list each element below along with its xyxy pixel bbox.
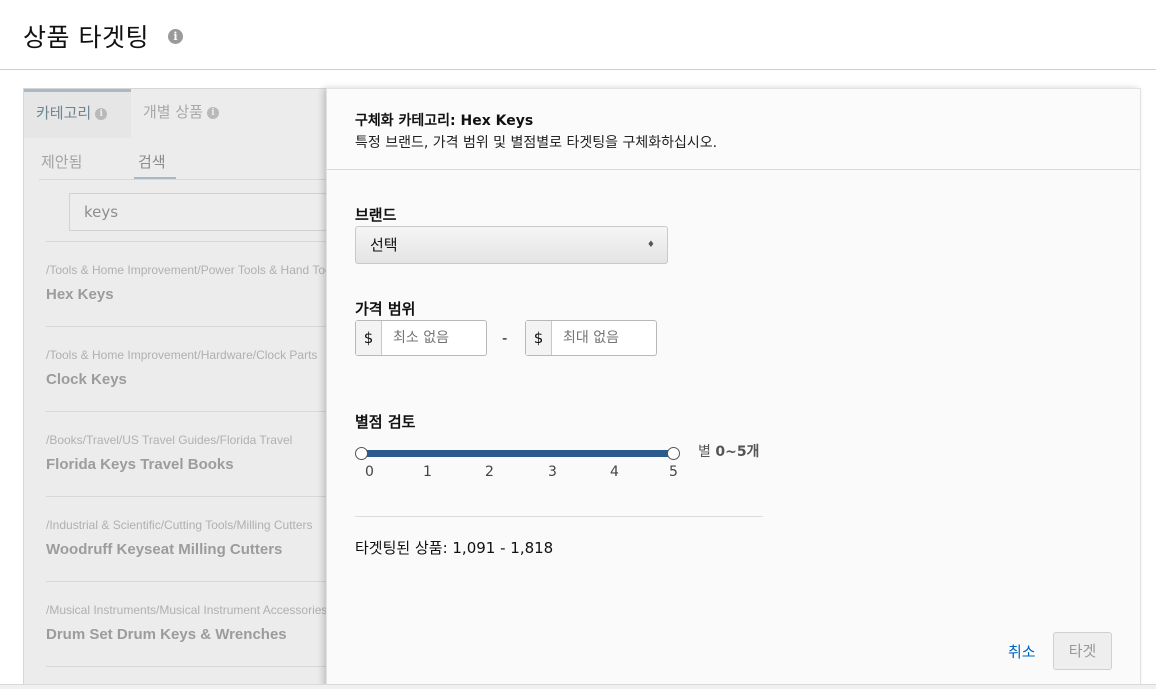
rating-tick: 4: [610, 464, 619, 480]
category-name: Hex Keys: [46, 286, 114, 303]
rating-tick: 2: [485, 464, 494, 480]
min-price-field[interactable]: $: [355, 320, 487, 356]
info-icon: i: [206, 106, 219, 119]
refine-category-panel: 구체화 카테고리: Hex Keys 특정 브랜드, 가격 범위 및 별점별로 …: [326, 88, 1141, 689]
select-arrows-icon: ♦: [646, 240, 655, 250]
category-path: /Tools & Home Improvement/Power Tools & …: [46, 263, 344, 277]
list-item[interactable]: /Industrial & Scientific/Cutting Tools/M…: [46, 497, 344, 582]
rating-tick: 1: [423, 464, 432, 480]
targeting-tabs: 카테고리 i 개별 상품 i: [24, 89, 344, 138]
brand-select-value: 선택: [370, 236, 398, 254]
rating-slider-track[interactable]: [360, 450, 674, 457]
list-item[interactable]: /Books/Travel/US Travel Guides/Florida T…: [46, 412, 344, 497]
divider: [39, 179, 344, 180]
target-button[interactable]: 타겟: [1053, 632, 1112, 670]
tab-individual-products-label: 개별 상품: [143, 103, 203, 121]
rating-range-readout: 별 0~5개: [698, 441, 759, 461]
category-path: /Books/Travel/US Travel Guides/Florida T…: [46, 433, 293, 447]
price-range-separator: -: [502, 329, 508, 347]
max-price-input[interactable]: [552, 321, 656, 355]
list-item[interactable]: /Musical Instruments/Musical Instrument …: [46, 582, 344, 667]
category-path: /Tools & Home Improvement/Hardware/Clock…: [46, 348, 318, 362]
rating-slider-min-handle[interactable]: [355, 447, 368, 460]
refine-title: 구체화 카테고리: Hex Keys: [355, 113, 534, 129]
tab-category-label: 카테고리: [36, 104, 92, 122]
list-item[interactable]: /Tools & Home Improvement/Power Tools & …: [46, 242, 344, 327]
page-bottom-edge: [0, 684, 1156, 689]
category-name: Drum Set Drum Keys & Wrenches: [46, 626, 287, 643]
page-title: 상품 타겟팅: [23, 23, 149, 52]
info-icon: i: [95, 107, 108, 120]
rating-tick: 5: [669, 464, 678, 480]
rating-readout-prefix: 별: [698, 444, 711, 460]
category-name: Clock Keys: [46, 371, 127, 388]
price-range-label: 가격 범위: [355, 300, 416, 318]
rating-tick: 0: [365, 464, 374, 480]
star-rating-label: 별점 검토: [355, 413, 416, 431]
brand-label: 브랜드: [355, 206, 397, 224]
subtab-search[interactable]: 검색: [138, 151, 166, 172]
list-item[interactable]: /Tools & Home Improvement/Hardware/Clock…: [46, 327, 344, 412]
category-browser-panel: 카테고리 i 개별 상품 i 제안됨 검색 keys /Tools & Home I…: [23, 88, 349, 689]
page-header: 상품 타겟팅 i: [0, 0, 1156, 70]
tab-individual-products[interactable]: 개별 상품 i: [131, 89, 344, 138]
info-icon[interactable]: i: [168, 29, 183, 44]
rating-readout-value: 0~5개: [715, 444, 760, 460]
cancel-button[interactable]: 취소: [1008, 641, 1036, 662]
tab-category[interactable]: 카테고리 i: [24, 89, 131, 138]
category-search-input[interactable]: keys: [69, 193, 349, 231]
brand-select[interactable]: 선택 ♦: [355, 226, 668, 264]
divider: [355, 516, 763, 517]
refine-header: 구체화 카테고리: Hex Keys 특정 브랜드, 가격 범위 및 별점별로 …: [327, 89, 1140, 170]
category-name: Woodruff Keyseat Milling Cutters: [46, 541, 283, 558]
currency-prefix: $: [526, 321, 552, 355]
targeted-products-count: 타겟팅된 상품: 1,091 - 1,818: [355, 539, 554, 557]
min-price-input[interactable]: [382, 321, 486, 355]
category-name: Florida Keys Travel Books: [46, 456, 234, 473]
rating-tick: 3: [548, 464, 557, 480]
max-price-field[interactable]: $: [525, 320, 657, 356]
rating-slider-max-handle[interactable]: [667, 447, 680, 460]
subtab-suggested[interactable]: 제안됨: [41, 151, 82, 172]
category-path: /Musical Instruments/Musical Instrument …: [46, 603, 328, 617]
refine-description: 특정 브랜드, 가격 범위 및 별점별로 타겟팅을 구체화하십시오.: [355, 135, 718, 151]
category-path: /Industrial & Scientific/Cutting Tools/M…: [46, 518, 313, 532]
currency-prefix: $: [356, 321, 382, 355]
